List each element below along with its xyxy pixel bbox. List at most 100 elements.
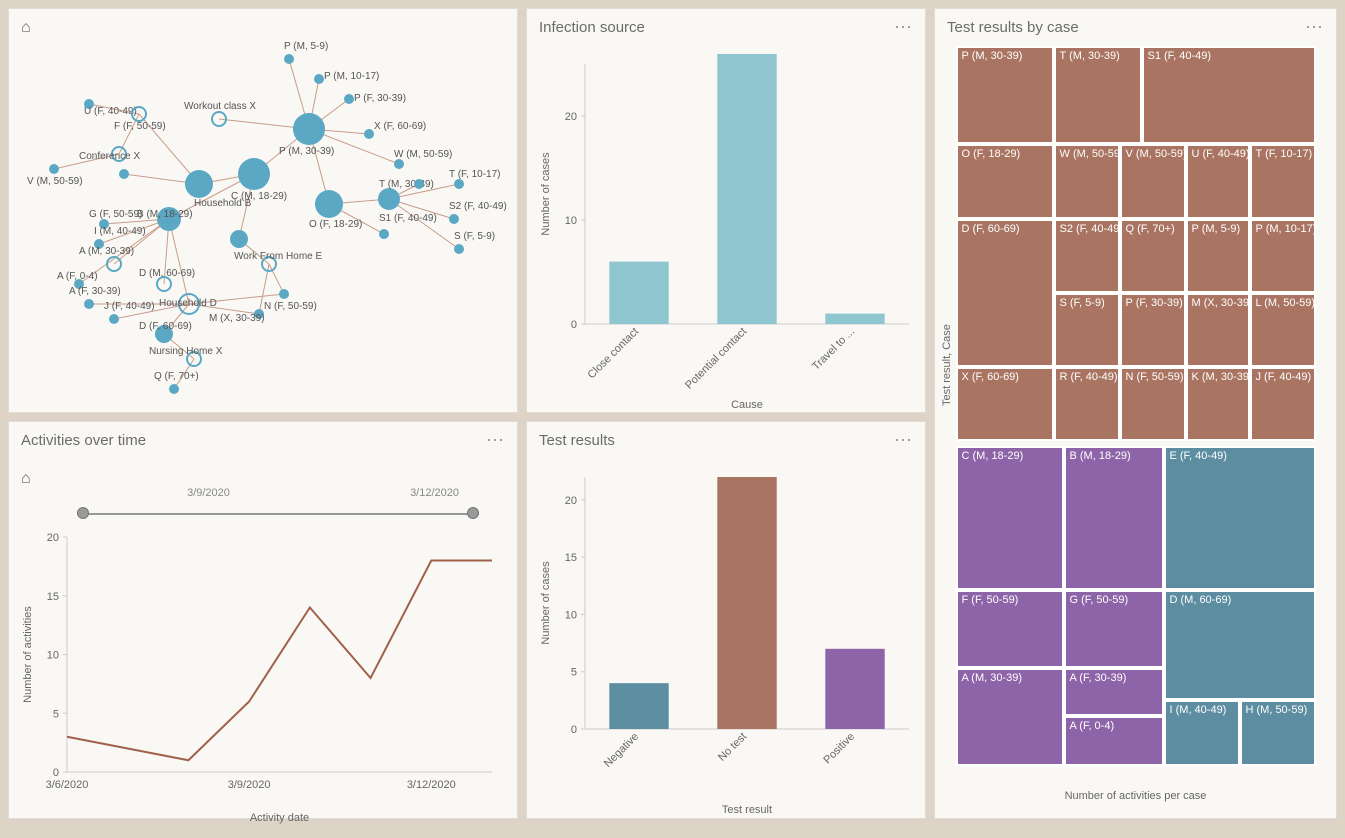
svg-text:Work From Home E: Work From Home E [234, 251, 322, 262]
svg-text:Number of cases: Number of cases [540, 152, 552, 236]
svg-text:Household B: Household B [194, 198, 252, 209]
svg-text:Activity date: Activity date [250, 812, 309, 824]
svg-text:U (F, 40-49): U (F, 40-49) [84, 106, 137, 117]
svg-text:D (F, 60-69): D (F, 60-69) [139, 321, 192, 332]
svg-text:20: 20 [565, 111, 577, 123]
svg-text:A (M, 30-39): A (M, 30-39) [79, 246, 134, 257]
treemap-cell[interactable]: N (F, 50-59) [1120, 367, 1186, 441]
treemap-cell[interactable]: E (F, 40-49) [1164, 446, 1316, 590]
treemap-cell[interactable]: M (X, 30-39) [1186, 293, 1250, 367]
svg-text:10: 10 [47, 650, 59, 662]
test-results-card: Test results ⋯ 05101520NegativeNo testPo… [526, 421, 926, 819]
svg-text:10: 10 [565, 609, 577, 621]
svg-text:P (M, 10-17): P (M, 10-17) [324, 71, 379, 82]
card-title: Infection source [539, 19, 645, 36]
time-range-slider[interactable] [77, 503, 479, 523]
treemap-cell[interactable]: P (F, 30-39) [1120, 293, 1186, 367]
treemap-cell[interactable]: H (M, 50-59) [1240, 700, 1316, 766]
svg-text:T (M, 30-39): T (M, 30-39) [379, 179, 434, 190]
svg-text:J (F, 40-49): J (F, 40-49) [104, 301, 155, 312]
treemap-cell[interactable]: F (F, 50-59) [956, 590, 1064, 668]
svg-text:15: 15 [47, 591, 59, 603]
test-results-bar-chart[interactable]: 05101520NegativeNo testPositiveTest resu… [535, 467, 919, 819]
svg-text:M (X, 30-39): M (X, 30-39) [209, 313, 265, 324]
svg-text:0: 0 [53, 767, 59, 779]
activities-over-time-card: Activities over time ⋯ ⌂ 3/9/2020 3/12/2… [8, 421, 518, 819]
card-menu-icon[interactable]: ⋯ [894, 17, 913, 38]
card-title: Activities over time [21, 432, 146, 449]
card-menu-icon[interactable]: ⋯ [894, 430, 913, 451]
treemap-cell[interactable]: R (F, 40-49) [1054, 367, 1120, 441]
treemap-cell[interactable]: T (M, 30-39) [1054, 46, 1142, 144]
svg-text:0: 0 [571, 319, 577, 331]
treemap-cell[interactable]: K (M, 30-39) [1186, 367, 1250, 441]
svg-text:S (F, 5-9): S (F, 5-9) [454, 231, 495, 242]
svg-text:Potential contact: Potential contact [683, 326, 749, 392]
home-icon[interactable]: ⌂ [21, 470, 31, 488]
svg-text:3/9/2020: 3/9/2020 [228, 779, 271, 791]
svg-text:F (F, 50-59): F (F, 50-59) [114, 121, 166, 132]
slider-end-label: 3/12/2020 [410, 487, 459, 499]
svg-text:20: 20 [47, 532, 59, 544]
svg-text:W (M, 50-59): W (M, 50-59) [394, 149, 452, 160]
svg-text:3/12/2020: 3/12/2020 [407, 779, 456, 791]
treemap-cell[interactable]: P (M, 30-39) [956, 46, 1054, 144]
svg-text:Q (F, 70+): Q (F, 70+) [154, 371, 199, 382]
infection-source-card: Infection source ⋯ 0 10 20 Close contact Pot… [526, 8, 926, 413]
treemap-cell[interactable]: C (M, 18-29) [956, 446, 1064, 590]
treemap-cell[interactable]: S (F, 5-9) [1054, 293, 1120, 367]
card-title: Test results by case [947, 19, 1079, 36]
treemap-cell[interactable]: S1 (F, 40-49) [1142, 46, 1316, 144]
network-graph[interactable]: P (M, 5-9) P (M, 10-17) P (F, 30-39) Wor… [9, 9, 517, 409]
svg-text:Positive: Positive [821, 731, 857, 767]
card-menu-icon[interactable]: ⋯ [1305, 17, 1324, 38]
treemap-cell[interactable]: U (F, 40-49) [1186, 144, 1250, 219]
treemap-cell[interactable]: Q (F, 70+) [1120, 219, 1186, 293]
svg-text:V (M, 50-59): V (M, 50-59) [27, 176, 83, 187]
svg-text:S1 (F, 40-49): S1 (F, 40-49) [379, 213, 437, 224]
treemap-cell[interactable]: D (M, 60-69) [1164, 590, 1316, 700]
svg-text:Cause: Cause [731, 399, 763, 411]
svg-text:10: 10 [565, 215, 577, 227]
card-menu-icon[interactable]: ⋯ [486, 430, 505, 451]
svg-text:0: 0 [571, 724, 577, 736]
slider-start-label: 3/9/2020 [187, 487, 230, 499]
treemap-cell[interactable]: A (M, 30-39) [956, 668, 1064, 766]
treemap-xlabel: Number of activities per case [935, 790, 1336, 802]
treemap-cell[interactable]: P (M, 10-17) [1250, 219, 1316, 293]
svg-text:Close contact: Close contact [586, 326, 642, 382]
home-icon[interactable]: ⌂ [21, 19, 31, 37]
svg-text:I (M, 40-49): I (M, 40-49) [94, 226, 146, 237]
treemap-cell[interactable]: D (F, 60-69) [956, 219, 1054, 367]
treemap-cell[interactable]: O (F, 18-29) [956, 144, 1054, 219]
treemap-cell[interactable]: G (F, 50-59) [1064, 590, 1164, 668]
treemap-cell[interactable]: S2 (F, 40-49) [1054, 219, 1120, 293]
treemap-cell[interactable]: P (M, 5-9) [1186, 219, 1250, 293]
svg-text:Number of activities: Number of activities [22, 606, 34, 703]
treemap-chart[interactable]: P (M, 30-39)T (M, 30-39)S1 (F, 40-49) O (… [956, 46, 1316, 766]
treemap-cell[interactable]: W (M, 50-59) [1054, 144, 1120, 219]
svg-text:3/6/2020: 3/6/2020 [46, 779, 89, 791]
infection-source-bar-chart[interactable]: 0 10 20 Close contact Potential contact Trave… [535, 54, 919, 414]
treemap-cell[interactable]: J (F, 40-49) [1250, 367, 1316, 441]
svg-text:A (F, 0-4): A (F, 0-4) [57, 271, 98, 282]
svg-text:T (F, 10-17): T (F, 10-17) [449, 169, 501, 180]
treemap-cell[interactable]: V (M, 50-59) [1120, 144, 1186, 219]
svg-text:S2 (F, 40-49): S2 (F, 40-49) [449, 201, 507, 212]
svg-text:Household D: Household D [159, 298, 217, 309]
treemap-cell[interactable]: L (M, 50-59) [1250, 293, 1316, 367]
treemap-cell[interactable]: T (F, 10-17) [1250, 144, 1316, 219]
network-card: ⌂ P (M, 5-9) P (M, 10-17) P (F, 30-39) [8, 8, 518, 413]
activities-line-chart[interactable]: 051015203/6/20203/9/20203/12/2020Activit… [17, 527, 507, 827]
treemap-cell[interactable]: I (M, 40-49) [1164, 700, 1240, 766]
svg-text:Conference X: Conference X [79, 151, 140, 162]
treemap-cell[interactable]: B (M, 18-29) [1064, 446, 1164, 590]
svg-text:20: 20 [565, 495, 577, 507]
treemap-cell[interactable]: A (F, 0-4) [1064, 716, 1164, 766]
svg-text:Travel to ...: Travel to ... [810, 326, 857, 373]
svg-text:Nursing Home X: Nursing Home X [149, 346, 223, 357]
svg-text:5: 5 [571, 667, 577, 679]
treemap-cell[interactable]: A (F, 30-39) [1064, 668, 1164, 716]
svg-text:A (F, 30-39): A (F, 30-39) [69, 286, 121, 297]
treemap-cell[interactable]: X (F, 60-69) [956, 367, 1054, 441]
